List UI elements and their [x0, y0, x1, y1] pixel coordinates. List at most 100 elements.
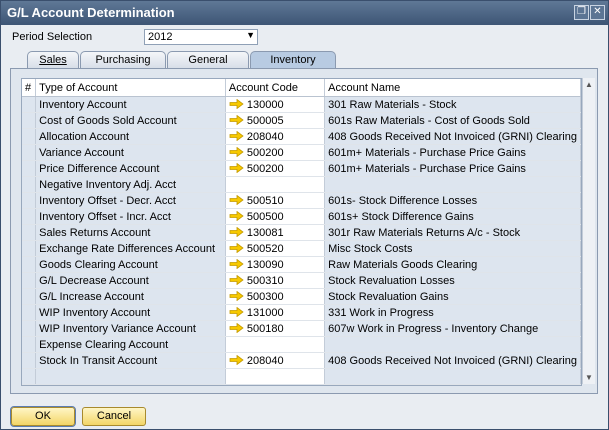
close-icon[interactable]: ✕ — [590, 5, 605, 20]
account-name-cell — [324, 336, 581, 353]
account-code-cell[interactable] — [225, 176, 326, 193]
row-number-cell[interactable] — [22, 208, 37, 225]
row-number-cell[interactable] — [22, 224, 37, 241]
ok-button[interactable]: OK — [10, 406, 76, 427]
row-number-cell[interactable] — [22, 128, 37, 145]
type-of-account-cell: Exchange Rate Differences Account — [35, 240, 226, 257]
tab-inventory[interactable]: Inventory — [250, 51, 336, 69]
link-arrow-icon[interactable] — [229, 226, 244, 237]
link-arrow-icon[interactable] — [229, 98, 244, 109]
account-code-cell[interactable] — [225, 336, 326, 353]
type-of-account-cell: Inventory Offset - Decr. Acct — [35, 192, 226, 209]
account-code-cell[interactable]: 500310 — [225, 272, 326, 289]
link-arrow-icon[interactable] — [229, 290, 244, 301]
tab-purchasing[interactable]: Purchasing — [80, 51, 166, 69]
table-row[interactable]: Variance Account 500200 601m+ Materials - … — [22, 144, 581, 161]
table-row[interactable]: Inventory Offset - Incr. Acct 500500 601s+… — [22, 208, 581, 225]
account-code-cell[interactable]: 500300 — [225, 288, 326, 305]
table-row[interactable]: G/L Increase Account 500300 Stock Revaluat… — [22, 288, 581, 305]
row-number-cell[interactable] — [22, 240, 37, 257]
account-code-cell[interactable] — [225, 368, 326, 385]
row-number-cell[interactable] — [22, 96, 37, 113]
table-row[interactable]: Negative Inventory Adj. Acct — [22, 176, 581, 193]
link-arrow-icon[interactable] — [229, 130, 244, 141]
row-number-cell[interactable] — [22, 368, 37, 385]
row-number-cell[interactable] — [22, 272, 37, 289]
link-arrow-icon[interactable] — [229, 354, 244, 365]
chevron-down-icon[interactable]: ▼ — [246, 30, 255, 40]
link-arrow-icon[interactable] — [229, 274, 244, 285]
tab-general[interactable]: General — [167, 51, 249, 69]
row-number-cell[interactable] — [22, 288, 37, 305]
period-selection-dropdown[interactable]: 2012 ▼ — [144, 29, 258, 45]
type-of-account-cell: Negative Inventory Adj. Acct — [35, 176, 226, 193]
tab-general-label: General — [188, 54, 228, 66]
table-row[interactable]: Expense Clearing Account — [22, 336, 581, 353]
link-arrow-icon[interactable] — [229, 194, 244, 205]
link-arrow-icon[interactable] — [229, 114, 244, 125]
vertical-scrollbar[interactable]: ▲ ▼ — [582, 78, 595, 384]
account-code-cell[interactable]: 500200 — [225, 144, 326, 161]
account-code-cell[interactable]: 130000 — [225, 96, 326, 113]
row-number-cell[interactable] — [22, 352, 37, 369]
account-code-cell[interactable]: 500005 — [225, 112, 326, 129]
column-header-code[interactable]: Account Code — [225, 79, 326, 97]
row-number-cell[interactable] — [22, 336, 37, 353]
link-arrow-icon[interactable] — [229, 210, 244, 221]
title-bar[interactable]: G/L Account Determination ❐ ✕ — [1, 1, 608, 25]
tab-sales[interactable]: Sales — [27, 51, 79, 69]
table-row[interactable]: G/L Decrease Account 500310 Stock Revaluat… — [22, 272, 581, 289]
account-code-cell[interactable]: 131000 — [225, 304, 326, 321]
column-header-type[interactable]: Type of Account — [35, 79, 226, 97]
restore-icon[interactable]: ❐ — [574, 5, 589, 20]
link-arrow-icon[interactable] — [229, 242, 244, 253]
account-code-cell[interactable]: 500510 — [225, 192, 326, 209]
link-arrow-icon[interactable] — [229, 146, 244, 157]
table-row[interactable]: Cost of Goods Sold Account 500005 601s Raw… — [22, 112, 581, 129]
row-number-cell[interactable] — [22, 176, 37, 193]
account-code-value: 500300 — [246, 290, 284, 303]
link-arrow-icon[interactable] — [229, 322, 244, 333]
account-code-cell[interactable]: 130081 — [225, 224, 326, 241]
table-row[interactable]: WIP Inventory Variance Account 500180 607w… — [22, 320, 581, 337]
account-name-cell: 601m+ Materials - Purchase Price Gains — [324, 144, 581, 161]
table-row[interactable]: Stock In Transit Account 208040 408 Goods … — [22, 352, 581, 369]
account-code-cell[interactable]: 500520 — [225, 240, 326, 257]
account-code-cell[interactable]: 208040 — [225, 128, 326, 145]
table-row[interactable]: Price Difference Account 500200 601m+ Mate… — [22, 160, 581, 177]
scroll-down-icon[interactable]: ▼ — [583, 373, 595, 382]
column-header-number: # — [22, 79, 37, 97]
row-number-cell[interactable] — [22, 112, 37, 129]
account-code-cell[interactable]: 208040 — [225, 352, 326, 369]
link-arrow-icon[interactable] — [229, 162, 244, 173]
column-header-name[interactable]: Account Name — [324, 79, 581, 97]
table-row[interactable]: Inventory Offset - Decr. Acct 500510 601s-… — [22, 192, 581, 209]
row-number-cell[interactable] — [22, 160, 37, 177]
row-number-cell[interactable] — [22, 304, 37, 321]
table-row[interactable]: Allocation Account 208040 408 Goods Receiv… — [22, 128, 581, 145]
table-row[interactable]: Exchange Rate Differences Account 500520 M… — [22, 240, 581, 257]
table-row[interactable]: Sales Returns Account 130081 301r Raw Mate… — [22, 224, 581, 241]
scroll-up-icon[interactable]: ▲ — [583, 80, 595, 89]
account-code-cell[interactable]: 130090 — [225, 256, 326, 273]
link-arrow-icon[interactable] — [229, 306, 244, 317]
row-number-cell[interactable] — [22, 256, 37, 273]
row-number-cell[interactable] — [22, 320, 37, 337]
type-of-account-cell: WIP Inventory Account — [35, 304, 226, 321]
account-name-cell — [324, 176, 581, 193]
table-row[interactable]: WIP Inventory Account 131000 331 Work in P… — [22, 304, 581, 321]
type-of-account-cell: Allocation Account — [35, 128, 226, 145]
cancel-button[interactable]: Cancel — [82, 407, 146, 426]
table-row[interactable]: Inventory Account 130000 301 Raw Materials… — [22, 96, 581, 113]
table-row[interactable]: Goods Clearing Account 130090 Raw Material… — [22, 256, 581, 273]
account-code-cell[interactable]: 500200 — [225, 160, 326, 177]
account-code-value: 208040 — [246, 354, 284, 367]
table-row[interactable] — [22, 368, 581, 385]
row-number-cell[interactable] — [22, 144, 37, 161]
account-code-cell[interactable]: 500500 — [225, 208, 326, 225]
link-arrow-icon[interactable] — [229, 258, 244, 269]
account-name-cell — [324, 368, 581, 385]
row-number-cell[interactable] — [22, 192, 37, 209]
account-code-value: 130000 — [246, 98, 284, 111]
account-code-cell[interactable]: 500180 — [225, 320, 326, 337]
